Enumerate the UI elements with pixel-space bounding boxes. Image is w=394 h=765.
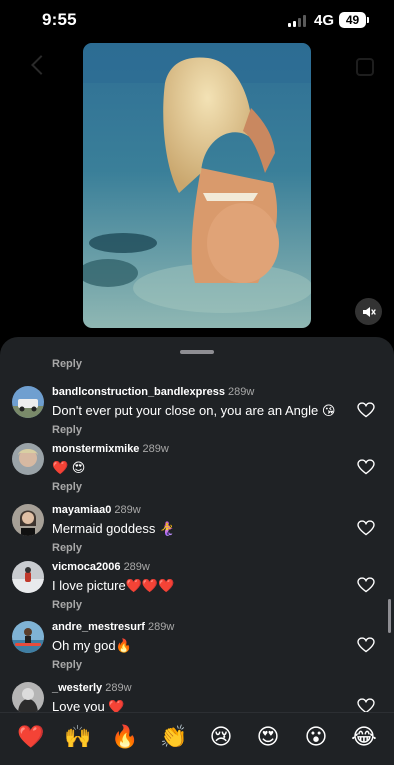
avatar[interactable] — [12, 386, 44, 418]
comment-item: monstermixmike 289w ❤️ 😍 Reply — [0, 443, 394, 501]
reaction-clapping[interactable]: 👏 — [160, 725, 187, 751]
speaker-muted-icon — [362, 306, 376, 317]
post-media[interactable] — [83, 43, 311, 328]
comment-text: ❤️ 😍 — [52, 460, 86, 475]
avatar[interactable] — [12, 682, 44, 712]
comment-time: 289w — [142, 443, 169, 455]
comment-item: vicmoca2006 289w I love picture❤️❤️❤️ Re… — [0, 561, 394, 619]
scrollbar[interactable] — [388, 599, 391, 633]
reaction-heart[interactable]: ❤️ — [17, 725, 44, 751]
comment-item: bandlconstruction_bandlexpress 289w Don'… — [0, 386, 394, 444]
comment-text: Mermaid goddess 🧜‍♀️ — [52, 521, 176, 536]
cellular-signal-icon — [288, 15, 308, 27]
comment-item: andre_mestresurf 289w Oh my god🔥 Reply — [0, 621, 394, 679]
options-icon[interactable] — [356, 58, 374, 76]
heart-outline-icon[interactable] — [357, 459, 375, 475]
quick-reactions-bar: ❤️ 🙌 🔥 👏 😢 😍 😮 😂 — [0, 712, 394, 765]
reaction-heart-eyes[interactable]: 😍 — [255, 725, 281, 751]
comment-time: 289w — [228, 386, 255, 398]
avatar[interactable] — [12, 561, 44, 593]
heart-outline-icon[interactable] — [357, 520, 375, 536]
reaction-fire[interactable]: 🔥 — [111, 725, 138, 751]
status-bar: 9:55 4G 49 — [0, 0, 394, 44]
comment-list[interactable]: Reply bandlconstruction_bandlexpress 289… — [0, 337, 394, 712]
reply-button[interactable]: Reply — [52, 599, 82, 611]
comment-time: 289w — [114, 504, 141, 516]
comment-text: Don't ever put your close on, you are an… — [52, 403, 336, 418]
battery-icon: 49 — [339, 12, 369, 28]
clock: 9:55 — [42, 10, 77, 29]
comment-username[interactable]: bandlconstruction_bandlexpress — [52, 386, 225, 398]
reaction-surprised[interactable]: 😮 — [303, 725, 329, 751]
avatar[interactable] — [12, 443, 44, 475]
comment-time: 289w — [123, 561, 150, 573]
mute-button[interactable] — [355, 298, 382, 325]
heart-outline-icon[interactable] — [357, 698, 375, 712]
reaction-raised-hands[interactable]: 🙌 — [64, 725, 91, 751]
comment-time: 289w — [105, 682, 132, 694]
back-arrow-icon[interactable] — [31, 55, 51, 75]
heart-outline-icon[interactable] — [357, 402, 375, 418]
post-photo — [83, 43, 311, 328]
reply-button[interactable]: Reply — [52, 481, 82, 493]
avatar[interactable] — [12, 621, 44, 653]
comment-item: _westerly 289w Love you ❤️ — [0, 682, 394, 712]
network-type: 4G — [314, 12, 335, 29]
comment-time: 289w — [148, 621, 175, 633]
comment-username[interactable]: andre_mestresurf — [52, 621, 145, 633]
comment-username[interactable]: monstermixmike — [52, 443, 139, 455]
reply-button[interactable]: Reply — [52, 358, 82, 370]
heart-outline-icon[interactable] — [357, 637, 375, 653]
comment-username[interactable]: _westerly — [52, 682, 102, 694]
reaction-laughing[interactable]: 😂 — [351, 725, 377, 751]
comment-text: I love picture❤️❤️❤️ — [52, 578, 175, 593]
avatar[interactable] — [12, 504, 44, 536]
reply-button[interactable]: Reply — [52, 424, 82, 436]
heart-outline-icon[interactable] — [357, 577, 375, 593]
reply-button[interactable]: Reply — [52, 542, 82, 554]
comment-username[interactable]: mayamiaa0 — [52, 504, 111, 516]
comments-sheet: Reply bandlconstruction_bandlexpress 289… — [0, 337, 394, 765]
comment-text: Love you ❤️ — [52, 699, 125, 712]
reply-button[interactable]: Reply — [52, 659, 82, 671]
comment-item: mayamiaa0 289w Mermaid goddess 🧜‍♀️ Repl… — [0, 504, 394, 562]
reaction-crying[interactable]: 😢 — [208, 725, 234, 751]
comment-text: Oh my god🔥 — [52, 638, 132, 653]
comment-username[interactable]: vicmoca2006 — [52, 561, 121, 573]
